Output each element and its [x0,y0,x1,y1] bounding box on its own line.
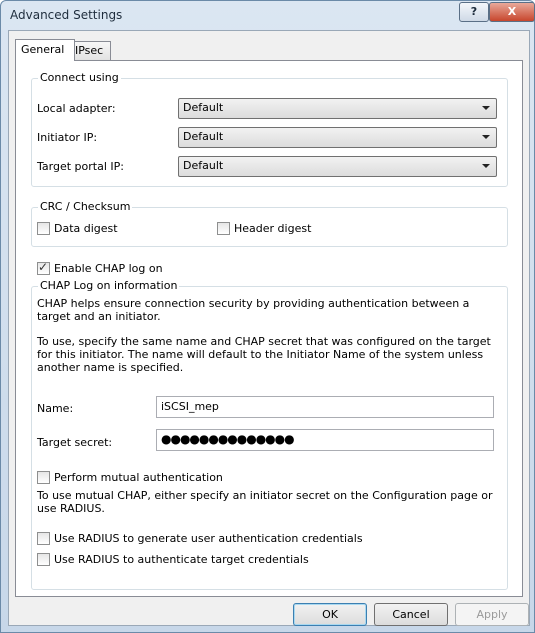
enable-chap-label: Enable CHAP log on [54,262,163,275]
target-portal-ip-label: Target portal IP: [37,160,124,173]
header-digest-label: Header digest [234,222,312,235]
radius-user-label: Use RADIUS to generate user authenticati… [54,532,363,545]
target-secret-input[interactable]: ●●●●●●●●●●●●●● [156,429,494,451]
enable-chap-checkbox[interactable] [37,260,50,275]
cancel-button[interactable]: Cancel [374,603,448,626]
target-portal-ip-value: Default [183,159,224,172]
tab-general-label: General [21,43,65,56]
name-label: Name: [37,402,74,415]
help-button[interactable]: ? [459,2,489,22]
initiator-ip-label: Initiator IP: [37,131,98,144]
radius-user-checkbox[interactable] [37,532,50,545]
initiator-ip-value: Default [183,130,224,143]
window-title: Advanced Settings [10,8,123,22]
ok-label: OK [322,608,338,621]
dialog-body: General IPsec Connect using Local adapte… [8,30,530,626]
cancel-label: Cancel [392,608,430,621]
apply-button[interactable]: Apply [455,603,529,626]
data-digest-label: Data digest [54,222,118,235]
local-adapter-select[interactable]: Default [178,98,497,119]
close-button[interactable]: X [489,2,535,22]
chevron-down-icon [482,135,490,139]
connect-using-group: Connect using Local adapter: Default Ini… [31,71,508,187]
local-adapter-value: Default [183,101,224,114]
crc-checksum-group: CRC / Checksum Data digest Header digest [31,200,508,247]
name-input-value: iSCSI_mep [161,400,219,413]
chap-logon-legend: CHAP Log on information [38,279,180,292]
tab-ipsec[interactable]: IPsec [69,41,111,60]
data-digest-checkbox[interactable] [37,222,50,235]
tab-ipsec-label: IPsec [75,44,104,57]
connect-using-legend: Connect using [38,71,121,84]
target-secret-value: ●●●●●●●●●●●●●● [161,432,295,446]
mutual-auth-checkbox[interactable] [37,471,50,484]
mutual-auth-description: To use mutual CHAP, either specify an in… [37,489,493,515]
title-bar: Advanced Settings ? X [1,1,535,29]
crc-checksum-legend: CRC / Checksum [38,200,133,213]
chevron-down-icon [482,164,490,168]
apply-label: Apply [476,608,508,621]
initiator-ip-select[interactable]: Default [178,127,497,148]
header-digest-checkbox[interactable] [217,222,230,235]
tab-general[interactable]: General [15,39,75,61]
local-adapter-label: Local adapter: [37,102,116,115]
chap-usage-description: To use, specify the same name and CHAP s… [37,335,491,374]
radius-target-label: Use RADIUS to authenticate target creden… [54,553,309,566]
chap-description: CHAP helps ensure connection security by… [37,297,470,323]
ok-button[interactable]: OK [293,603,367,626]
help-icon: ? [470,5,478,18]
radius-target-checkbox[interactable] [37,553,50,566]
target-portal-ip-select[interactable]: Default [178,156,497,177]
general-tab-panel: Connect using Local adapter: Default Ini… [15,60,523,597]
mutual-auth-label: Perform mutual authentication [54,471,223,484]
close-icon: X [507,5,517,18]
advanced-settings-window: Advanced Settings ? X General IPsec Conn… [0,0,535,633]
target-secret-label: Target secret: [37,436,113,449]
chevron-down-icon [482,106,490,110]
name-input[interactable]: iSCSI_mep [156,396,494,418]
